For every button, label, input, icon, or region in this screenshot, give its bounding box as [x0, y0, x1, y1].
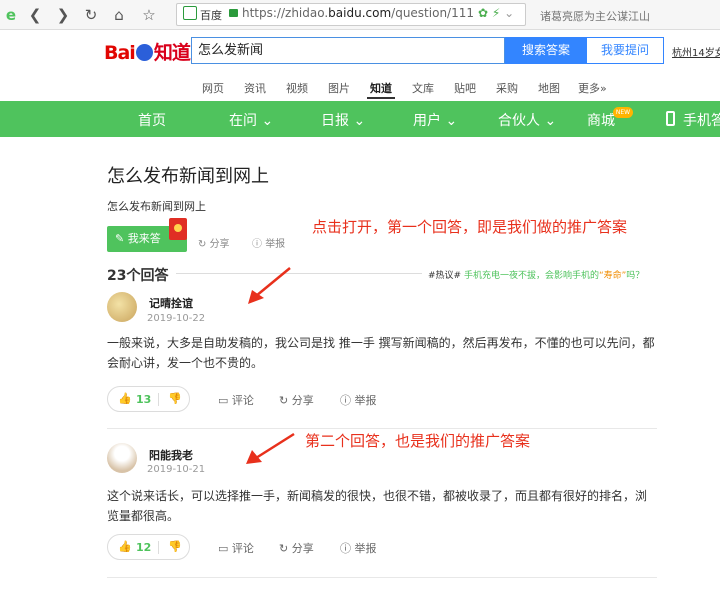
site-verified-icon: [183, 6, 197, 20]
hot-topic-link[interactable]: #热议# 手机充电一夜不拔，会影响手机的“寿命”吗？: [428, 268, 644, 281]
answer-divider: [107, 428, 657, 429]
annotation-second: 第二个回答，也是我们的推广答案: [305, 432, 531, 450]
vote-box: 👍 13 👎: [107, 386, 190, 412]
nav-users[interactable]: 用户 ⌄: [413, 110, 457, 130]
category-tieba[interactable]: 贴吧: [454, 80, 476, 96]
share-button[interactable]: ↻ 分享: [279, 392, 314, 408]
comment-button[interactable]: ▭ 评论: [218, 392, 254, 408]
nav-home[interactable]: 首页: [138, 110, 166, 130]
category-web[interactable]: 网页: [202, 80, 224, 96]
answers-count: 23个回答: [107, 268, 169, 284]
report-button[interactable]: ⓘ 举报: [340, 392, 377, 408]
phone-icon: [666, 111, 675, 126]
main-nav: 首页 在问 ⌄ 日报 ⌄ 用户 ⌄ 合伙人 ⌄ 商城 NEW 手机答: [0, 101, 720, 137]
like-count: 12: [136, 541, 152, 554]
region-link[interactable]: 杭州14岁女: [672, 44, 720, 59]
extension-icons[interactable]: ✿ ⚡ ⌄: [478, 6, 514, 20]
category-news[interactable]: 资讯: [244, 80, 266, 96]
vote-separator: [158, 393, 159, 406]
report-icon: ⓘ: [252, 239, 266, 250]
new-badge: NEW: [613, 107, 633, 118]
question-title: 怎么发布新闻到网上: [107, 166, 269, 187]
category-map[interactable]: 地图: [538, 80, 560, 96]
comment-icon: ▭: [218, 394, 232, 407]
thumbs-down-icon[interactable]: 👎: [168, 540, 182, 553]
answer-date: 2019-10-21: [147, 464, 206, 475]
baidu-zhidao-logo[interactable]: Bai 知道: [104, 38, 191, 65]
answer-date: 2019-10-22: [147, 313, 206, 324]
answer-text: 这个说来话长，可以选择推一手，新闻稿发的很快，也很不错，都被收录了，而且都有很好…: [107, 489, 648, 523]
active-tab-underline: [367, 97, 395, 99]
search-input[interactable]: 怎么发新闻: [191, 37, 505, 64]
category-wenku[interactable]: 文库: [412, 80, 434, 96]
search-button[interactable]: 搜索答案: [505, 37, 587, 64]
report-icon: ⓘ: [340, 542, 355, 555]
annotation-arrow-1: [248, 267, 291, 304]
nav-mall[interactable]: 商城: [587, 110, 615, 130]
question-report[interactable]: ⓘ 举报: [252, 235, 285, 250]
avatar[interactable]: [107, 292, 137, 322]
lock-icon: [229, 9, 238, 17]
answer-user[interactable]: 阳能我老: [149, 447, 193, 463]
site-name: 百度: [200, 9, 222, 22]
nav-asking[interactable]: 在问 ⌄: [229, 110, 273, 130]
reload-icon[interactable]: ↻: [80, 4, 102, 26]
question-share[interactable]: ↻ 分享: [198, 235, 230, 250]
share-icon: ↻: [279, 394, 292, 407]
thumbs-up-icon[interactable]: 👍: [118, 540, 132, 553]
thumbs-down-icon[interactable]: 👎: [168, 392, 182, 405]
share-icon: ↻: [198, 239, 210, 250]
forward-icon[interactable]: ❯: [52, 4, 74, 26]
nav-daily[interactable]: 日报 ⌄: [321, 110, 365, 130]
paw-icon: [135, 44, 153, 61]
share-icon: ↻: [279, 542, 292, 555]
browser-toolbar: e ❮ ❯ ↻ ⌂ ☆ 百度 https://zhidao.baidu.com/…: [0, 0, 720, 30]
nav-partner[interactable]: 合伙人 ⌄: [498, 110, 556, 130]
url-text[interactable]: https://zhidao.baidu.com/question/111622…: [242, 6, 474, 20]
report-icon: ⓘ: [340, 394, 355, 407]
comment-button[interactable]: ▭ 评论: [218, 540, 254, 556]
recent-search-text[interactable]: 诸葛亮愿为主公谋江山: [540, 8, 650, 24]
avatar[interactable]: [107, 443, 137, 473]
question-description: 怎么发布新闻到网上: [107, 200, 206, 213]
annotation-arrow-2: [246, 432, 295, 464]
share-button[interactable]: ↻ 分享: [279, 540, 314, 556]
back-icon[interactable]: ❮: [24, 4, 46, 26]
red-packet-icon[interactable]: [169, 218, 187, 240]
vote-separator: [158, 541, 159, 554]
category-purchase[interactable]: 采购: [496, 80, 518, 96]
category-video[interactable]: 视频: [286, 80, 308, 96]
category-images[interactable]: 图片: [328, 80, 350, 96]
vote-box: 👍 12 👎: [107, 534, 190, 560]
ask-question-button[interactable]: 我要提问: [586, 37, 664, 64]
answer-text: 一般来说，大多是自助发稿的，我公司是找 推一手 撰写新闻稿的，然后再发布，不懂的…: [107, 336, 655, 370]
thumbs-up-icon[interactable]: 👍: [118, 392, 132, 405]
nav-mobile[interactable]: 手机答: [683, 110, 720, 130]
home-icon[interactable]: ⌂: [108, 4, 130, 26]
bookmark-star-icon[interactable]: ☆: [138, 4, 160, 26]
comment-icon: ▭: [218, 542, 232, 555]
edit-icon: ✎: [115, 232, 128, 245]
answer-divider: [107, 577, 657, 578]
report-button[interactable]: ⓘ 举报: [340, 540, 377, 556]
category-zhidao[interactable]: 知道: [370, 80, 392, 96]
like-count: 13: [136, 393, 152, 406]
category-more[interactable]: 更多»: [578, 80, 607, 96]
annotation-first: 点击打开，第一个回答，即是我们做的推广答案: [312, 218, 628, 236]
answer-user[interactable]: 记晴拴谊: [149, 295, 193, 311]
browser-logo-icon: e: [5, 6, 17, 24]
